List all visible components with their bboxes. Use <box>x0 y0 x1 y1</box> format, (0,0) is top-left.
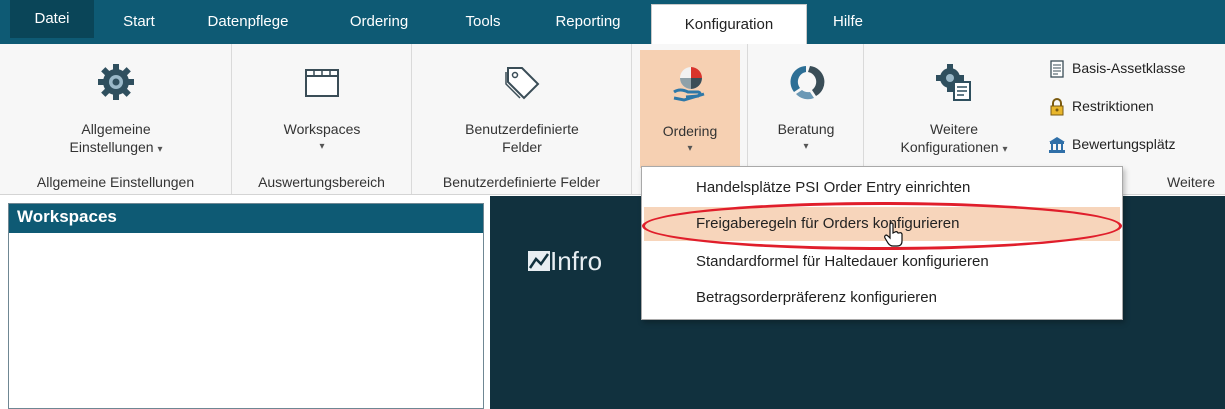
group-auswertungsbereich: Workspaces ▾ Auswertungsbereich <box>232 44 412 194</box>
restriktionen-button[interactable]: Restriktionen <box>1048 94 1154 118</box>
chevron-down-icon: ▾ <box>803 141 809 152</box>
ordering-dropdown-menu: Handelsplätze PSI Order Entry einrichten… <box>641 166 1123 320</box>
small-button-label: Restriktionen <box>1072 98 1154 114</box>
button-label-line1: Ordering <box>662 123 718 139</box>
chevron-down-icon: ▾ <box>1002 144 1008 155</box>
basis-assetklasse-button[interactable]: Basis-Assetklasse <box>1048 56 1186 80</box>
workspaces-pane-title: Workspaces <box>9 204 483 233</box>
tab-konfiguration[interactable]: Konfiguration <box>651 4 807 44</box>
tab-datei[interactable]: Datei <box>10 0 94 38</box>
ordering-button[interactable]: Ordering ▾ <box>640 50 740 168</box>
chevron-down-icon: ▾ <box>687 143 693 154</box>
button-label-line1: Workspaces <box>283 121 361 137</box>
document-icon <box>1050 60 1064 78</box>
allgemeine-einstellungen-button[interactable]: Allgemeine Einstellungen ▾ <box>40 48 192 160</box>
button-label-line2: Felder <box>502 139 542 155</box>
workspaces-pane: Workspaces <box>8 203 484 409</box>
brand-logo: Infro <box>528 246 602 277</box>
tab-start[interactable]: Start <box>108 0 170 44</box>
bewertungsplaetze-button[interactable]: Bewertungsplätz <box>1048 132 1176 156</box>
tab-datenpflege[interactable]: Datenpflege <box>194 0 302 44</box>
tag-icon <box>505 67 540 100</box>
workspace-icon <box>305 69 339 97</box>
menu-item-freigaberegeln[interactable]: Freigaberegeln für Orders konfigurieren <box>644 207 1120 241</box>
tab-reporting[interactable]: Reporting <box>540 0 636 44</box>
config-gear-icon <box>936 64 971 101</box>
button-label-line1: Benutzerdefinierte <box>465 121 579 137</box>
group-label: Allgemeine Einstellungen <box>36 174 195 190</box>
gear-icon <box>98 64 134 100</box>
tab-ordering[interactable]: Ordering <box>334 0 424 44</box>
hand-cursor-icon <box>884 222 903 247</box>
chevron-down-icon: ▾ <box>319 141 325 152</box>
logo-text: Infro <box>550 246 603 276</box>
button-label-line2: Einstellungen <box>69 139 154 155</box>
beratung-icon <box>790 66 825 100</box>
button-label-line1: Allgemeine <box>81 121 151 137</box>
button-label-line1: Weitere <box>930 121 978 137</box>
beratung-button[interactable]: Beratung ▾ <box>756 48 856 160</box>
chevron-down-icon: ▾ <box>157 144 163 155</box>
group-label: Weitere <box>1167 174 1215 190</box>
group-benutzerdefinierte-felder: Benutzerdefinierte Felder Benutzerdefini… <box>412 44 632 194</box>
small-button-label: Bewertungsplätz <box>1072 136 1176 152</box>
small-button-label: Basis-Assetklasse <box>1072 60 1186 76</box>
logo-mark-icon <box>528 251 550 271</box>
weitere-konfigurationen-button[interactable]: Weitere Konfigurationen ▾ <box>874 48 1034 160</box>
button-label-line1: Beratung <box>777 121 835 137</box>
tab-hilfe[interactable]: Hilfe <box>822 0 874 44</box>
button-label-line2: Konfigurationen <box>900 139 999 155</box>
ordering-icon <box>673 67 705 102</box>
menu-item-standardformel[interactable]: Standardformel für Haltedauer konfigurie… <box>644 245 1120 279</box>
group-label: Benutzerdefinierte Felder <box>442 174 601 190</box>
group-allgemeine-einstellungen: Allgemeine Einstellungen ▾ Allgemeine Ei… <box>0 44 232 194</box>
benutzerdefinierte-felder-button[interactable]: Benutzerdefinierte Felder <box>438 48 606 160</box>
bank-icon <box>1049 137 1065 154</box>
menu-item-handelsplaetze[interactable]: Handelsplätze PSI Order Entry einrichten <box>644 171 1120 205</box>
tab-tools[interactable]: Tools <box>454 0 512 44</box>
menu-item-betragsorderpraeferenz[interactable]: Betragsorderpräferenz konfigurieren <box>644 281 1120 315</box>
group-label: Auswertungsbereich <box>258 174 385 190</box>
ribbon-tab-bar: Datei Start Datenpflege Ordering Tools R… <box>0 0 1225 44</box>
workspaces-button[interactable]: Workspaces ▾ <box>252 48 392 160</box>
lock-icon <box>1050 98 1064 116</box>
